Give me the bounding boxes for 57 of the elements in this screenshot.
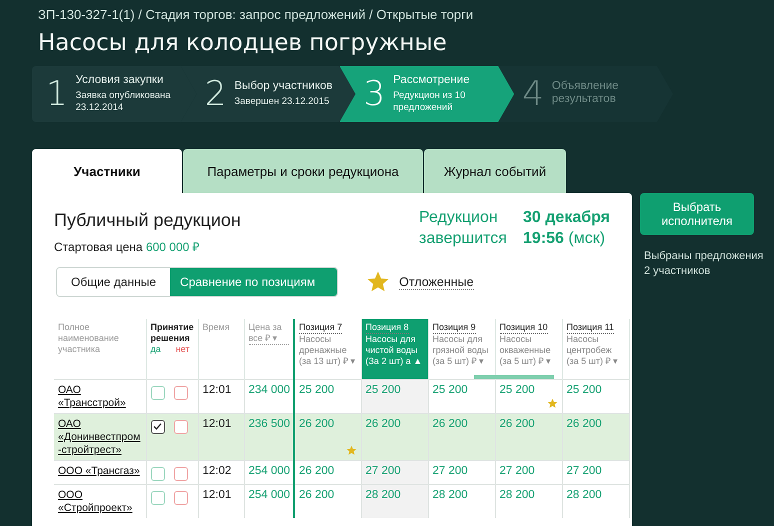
price-cell: 236 500 [248, 418, 290, 430]
price-cell: 254 000 [248, 464, 290, 476]
deadline-time: 19:56 (мск) [523, 229, 606, 249]
column-header: Полное наименование участника [58, 322, 120, 355]
no-checkbox[interactable] [174, 490, 188, 504]
price-cell: 254 000 [248, 488, 290, 500]
participant-link[interactable]: ООО «Стройпроект» [58, 488, 142, 514]
participant-link[interactable]: ООО «Трансгаз» [58, 464, 142, 478]
tab[interactable]: Участники [32, 149, 182, 193]
price-cell: 234 000 [248, 384, 290, 396]
star-icon [366, 270, 390, 294]
price-cell: 28 200 [366, 488, 401, 500]
check-icon [152, 421, 163, 432]
price-cell: 26 200 [299, 464, 334, 476]
page-title: Насосы для колодцев погружные [38, 30, 448, 57]
yes-label: да [150, 344, 161, 355]
deadline-date: 30 декабря [523, 208, 610, 228]
price-cell: 27 200 [366, 464, 401, 476]
price-cell: 28 200 [432, 488, 468, 500]
price-cell: 28 200 [566, 488, 602, 500]
column-header: Время [202, 322, 231, 333]
deadline-label: Редукцион завершится [419, 208, 508, 249]
tab[interactable]: Журнал событий [424, 149, 566, 193]
start-price: Стартовая цена 600 000 ₽ [54, 239, 201, 255]
time-cell: 12:01 [202, 384, 232, 396]
price-cell: 26 200 [566, 418, 602, 430]
time-cell: 12:02 [202, 464, 232, 476]
time-cell: 12:01 [202, 488, 232, 500]
no-checkbox[interactable] [174, 386, 188, 400]
price-cell: 26 200 [432, 418, 468, 430]
price-cell: 25 200 [566, 384, 602, 396]
column-header: Принятие решения [150, 322, 194, 344]
time-cell: 12:01 [202, 418, 232, 430]
tab[interactable]: Параметры и сроки редукциона [183, 149, 423, 193]
price-cell: 28 200 [500, 488, 535, 500]
price-cell: 27 200 [500, 464, 535, 476]
scroll-thumb[interactable] [474, 375, 554, 379]
no-checkbox[interactable] [174, 466, 188, 480]
price-cell: 27 200 [566, 464, 602, 476]
selection-note: Выбраны предложения 2 участников [644, 249, 764, 279]
price-cell: 25 200 [299, 384, 334, 396]
breadcrumb: ЗП-130-327-1(1) / Стадия торгов: запрос предложений / Открытые торги [38, 7, 474, 24]
price-cell: 25 200 [366, 384, 401, 396]
price-cell: 26 200 [299, 418, 334, 430]
price-cell: 26 200 [299, 488, 334, 500]
price-cell: 25 200 [500, 384, 535, 396]
price-cell: 25 200 [432, 384, 468, 396]
no-label: нет [176, 344, 190, 355]
yes-checkbox[interactable] [150, 420, 164, 434]
participant-link[interactable]: ОАО «Трансстрой» [58, 384, 142, 410]
no-checkbox[interactable] [174, 420, 188, 434]
price-cell: 26 200 [500, 418, 535, 430]
price-cell: 26 200 [366, 418, 401, 430]
deferred-link[interactable]: Отложенные [399, 274, 474, 290]
price-cell: 27 200 [432, 464, 468, 476]
column-header[interactable]: Позиция 11 Насосы центробеж (за 5 шт) ₽ ▾ [562, 319, 629, 379]
panel-heading: Публичный редукцион [54, 210, 241, 231]
